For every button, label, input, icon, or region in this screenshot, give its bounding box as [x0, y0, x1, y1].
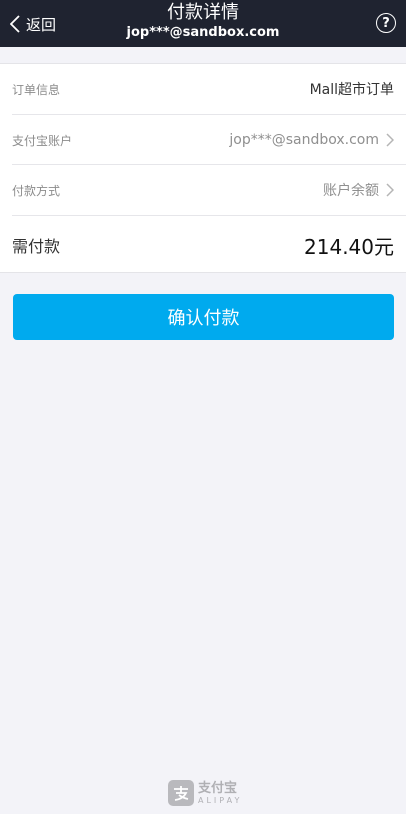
top-nav-bar: 返回 付款详情 jop***@sandbox.com ?	[0, 0, 406, 47]
amount-due-value: 214.40元	[304, 234, 394, 259]
title-block: 付款详情 jop***@sandbox.com	[0, 2, 406, 42]
alipay-logo-en: ALIPAY	[198, 795, 243, 805]
alipay-account-row[interactable]: 支付宝账户 jop***@sandbox.com	[0, 115, 406, 165]
payment-method-row[interactable]: 付款方式 账户余额	[0, 165, 406, 215]
payment-method-value: 账户余额	[323, 183, 379, 199]
account-subtitle: jop***@sandbox.com	[126, 25, 280, 40]
alipay-account-value: jop***@sandbox.com	[229, 132, 379, 148]
help-icon[interactable]: ?	[376, 13, 396, 33]
alipay-logo-icon	[168, 780, 194, 806]
alipay-logo-cn: 支付宝	[198, 780, 238, 796]
chevron-right-icon	[386, 133, 394, 147]
amount-due-label: 需付款	[12, 237, 61, 256]
amount-due-row: 需付款 214.40元	[0, 216, 406, 274]
alipay-account-label: 支付宝账户	[12, 133, 73, 148]
payment-details-card: 订单信息 Mall超市订单 支付宝账户 jop***@sandbox.com 付…	[0, 63, 406, 273]
confirm-payment-button[interactable]: 确认付款	[13, 294, 394, 340]
payment-method-label: 付款方式	[12, 183, 61, 198]
order-info-value: Mall超市订单	[309, 82, 394, 98]
order-info-label: 订单信息	[12, 82, 61, 97]
alipay-logo: 支付宝 ALIPAY	[168, 778, 242, 808]
order-info-row: 订单信息 Mall超市订单	[0, 64, 406, 114]
page-title: 付款详情	[167, 2, 239, 23]
chevron-right-icon	[386, 183, 394, 197]
